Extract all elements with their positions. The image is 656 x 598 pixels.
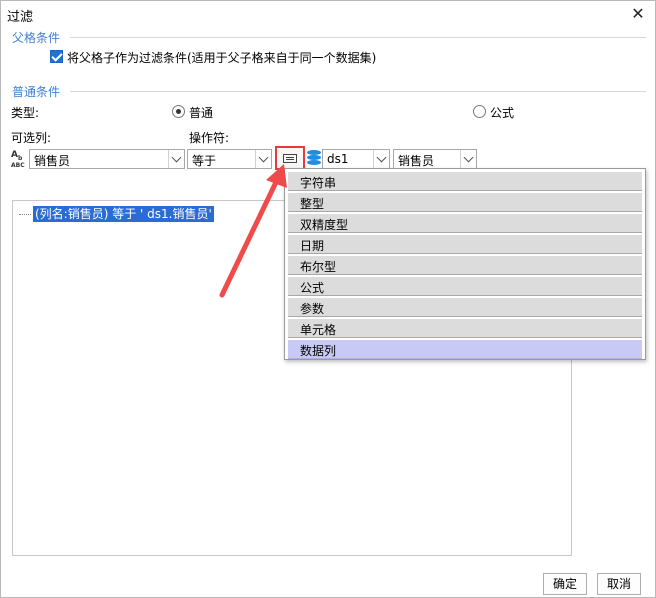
menu-item-string[interactable]: 字符串 [288,172,642,191]
type-radio-formula[interactable] [473,105,486,118]
chevron-down-icon [373,150,389,168]
abc-text-column-icon: Ab ABC [11,150,25,169]
chevron-down-icon [168,150,184,168]
menu-item-label: 数据列 [300,344,337,358]
window-title: 过滤 [7,10,34,25]
type-radio-normal-label: 普通 [189,106,214,120]
value-type-menu: 字符串 整型 双精度型 日期 布尔型 公式 参数 单元格 数据列 [284,168,646,360]
close-icon[interactable]: ✕ [627,3,649,25]
operator-label: 操作符: [189,131,230,145]
menu-item-parameter[interactable]: 参数 [288,298,642,317]
column-select[interactable]: 销售员 [29,149,185,169]
cancel-button[interactable]: 取消 [597,573,641,595]
menu-item-label: 参数 [300,302,325,316]
normal-condition-section-label: 普通条件 [12,85,61,99]
value-type-icon [283,154,297,163]
operator-select[interactable]: 等于 [187,149,272,169]
menu-item-label: 单元格 [300,323,337,337]
menu-item-label: 双精度型 [300,218,349,232]
title-bar: 过滤 ✕ [1,1,655,28]
menu-item-label: 字符串 [300,176,337,190]
dataset-select[interactable]: ds1 [322,149,390,169]
chevron-down-icon [255,150,271,168]
type-radio-formula-label: 公式 [490,106,515,120]
chevron-down-icon [460,150,476,168]
menu-item-label: 整型 [300,197,325,211]
dataset-select-value: ds1 [327,152,349,166]
parent-condition-checkbox-label: 将父格子作为过滤条件(适用于父子格来自于同一个数据集) [67,51,377,65]
menu-item-label: 公式 [300,281,325,295]
menu-item-double[interactable]: 双精度型 [288,214,642,233]
menu-item-date[interactable]: 日期 [288,235,642,254]
parent-condition-section-label: 父格条件 [12,31,61,45]
parent-condition-checkbox[interactable] [50,50,63,63]
normal-condition-divider [70,91,646,92]
value-type-button[interactable] [275,146,305,170]
column-label: 可选列: [11,131,52,145]
menu-item-data-column[interactable]: 数据列 [288,340,642,359]
menu-item-cell[interactable]: 单元格 [288,319,642,338]
column-select-value: 销售员 [34,154,71,168]
type-label: 类型: [11,106,40,120]
operator-select-value: 等于 [192,154,217,168]
menu-item-integer[interactable]: 整型 [288,193,642,212]
database-icon [307,150,321,166]
field-select[interactable]: 销售员 [393,149,477,169]
menu-item-label: 日期 [300,239,325,253]
tree-connector [19,214,31,215]
type-radio-normal[interactable] [172,105,185,118]
ok-button[interactable]: 确定 [543,573,587,595]
menu-item-boolean[interactable]: 布尔型 [288,256,642,275]
menu-item-label: 布尔型 [300,260,337,274]
parent-condition-divider [70,37,646,38]
field-select-value: 销售员 [398,154,435,168]
menu-item-formula[interactable]: 公式 [288,277,642,296]
tree-node-condition[interactable]: (列名:销售员) 等于 ' ds1.销售员' [33,206,214,222]
